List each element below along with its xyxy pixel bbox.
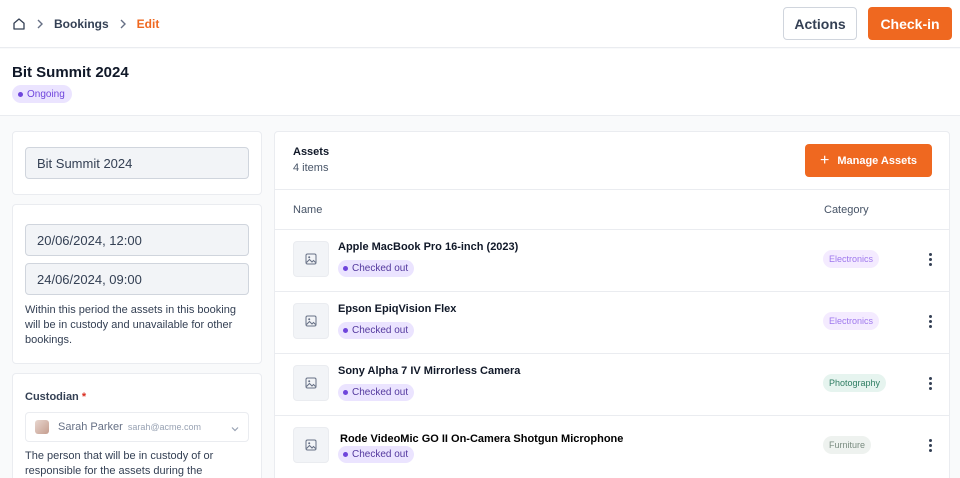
status-dot-icon	[18, 91, 23, 97]
custodian-card: Custodian * Sarah Parker sarah@acme.com …	[12, 373, 262, 478]
table-row[interactable]: Epson EpiqVision Flex Checked out Electr…	[275, 291, 949, 353]
breadcrumb-edit: Edit	[136, 17, 160, 31]
asset-name[interactable]: Sony Alpha 7 IV Mirrorless Camera	[338, 365, 520, 377]
start-date-input[interactable]: 20/06/2024, 12:00	[25, 224, 249, 256]
status-badge: Ongoing	[12, 85, 72, 103]
asset-status-label: Checked out	[352, 449, 409, 460]
more-options-icon[interactable]	[923, 249, 937, 269]
column-header-category: Category	[824, 204, 869, 216]
breadcrumb: Bookings Edit	[12, 0, 159, 48]
custodian-select[interactable]: Sarah Parker sarah@acme.com	[25, 412, 249, 442]
asset-name[interactable]: Apple MacBook Pro 16-inch (2023)	[338, 241, 518, 253]
asset-status-label: Checked out	[352, 387, 409, 398]
image-placeholder-icon	[293, 303, 329, 339]
asset-status-label: Checked out	[352, 325, 409, 336]
table-row[interactable]: Sony Alpha 7 IV Mirrorless Camera Checke…	[275, 353, 949, 415]
manage-assets-label: Manage Assets	[837, 154, 918, 167]
chevron-right-icon	[119, 19, 127, 29]
custodian-help-text: The person that will be in custody of or…	[25, 450, 214, 477]
more-options-icon[interactable]	[923, 311, 937, 331]
table-row[interactable]: Rode VideoMic GO II On-Camera Shotgun Mi…	[275, 415, 949, 477]
dates-card: 20/06/2024, 12:00 24/06/2024, 09:00 With…	[12, 204, 262, 364]
asset-status-badge: Checked out	[338, 446, 415, 463]
booking-name-input[interactable]: Bit Summit 2024	[25, 147, 249, 179]
assets-title: Assets	[293, 146, 330, 158]
assets-count: 4 items	[293, 162, 329, 174]
manage-assets-button[interactable]: + Manage Assets	[805, 144, 932, 177]
custodian-email: sarah@acme.com	[127, 422, 201, 432]
name-card: Bit Summit 2024	[12, 131, 262, 195]
period-help-text: Within this period the assets in this bo…	[25, 304, 236, 346]
status-badge-label: Ongoing	[27, 88, 65, 100]
category-badge: Electronics	[823, 312, 880, 330]
chevron-right-icon	[36, 19, 44, 29]
assets-card: Assets 4 items + Manage Assets Name Cate…	[274, 131, 950, 478]
asset-status-badge: Checked out	[338, 384, 415, 401]
image-placeholder-icon	[293, 365, 329, 401]
asset-name[interactable]: Rode VideoMic GO II On-Camera Shotgun Mi…	[340, 433, 623, 445]
custodian-name: Sarah Parker	[58, 421, 123, 433]
column-header-name: Name	[293, 204, 323, 216]
home-icon[interactable]	[12, 17, 26, 31]
asset-status-badge: Checked out	[338, 260, 415, 277]
category-badge: Electronics	[823, 250, 880, 268]
status-dot-icon	[343, 328, 348, 333]
divider	[275, 189, 949, 190]
required-mark: *	[81, 391, 87, 403]
category-badge: Furniture	[823, 436, 872, 454]
category-badge: Photography	[823, 374, 887, 392]
custodian-label-text: Custodian	[25, 391, 79, 403]
top-bar: Bookings Edit Actions Check-in	[0, 0, 960, 48]
avatar	[35, 420, 49, 434]
asset-status-badge: Checked out	[338, 322, 415, 339]
status-dot-icon	[343, 266, 348, 271]
plus-icon: +	[819, 151, 830, 169]
more-options-icon[interactable]	[923, 373, 937, 393]
check-in-button[interactable]: Check-in	[868, 7, 952, 40]
asset-status-label: Checked out	[352, 263, 409, 274]
image-placeholder-icon	[293, 241, 329, 277]
custodian-label: Custodian *	[25, 391, 86, 403]
page-title: Bit Summit 2024	[12, 64, 129, 81]
more-options-icon[interactable]	[923, 435, 937, 455]
asset-name[interactable]: Epson EpiqVision Flex	[338, 303, 456, 315]
table-row[interactable]: Apple MacBook Pro 16-inch (2023) Checked…	[275, 229, 949, 291]
status-dot-icon	[343, 390, 348, 395]
image-placeholder-icon	[293, 427, 329, 463]
page-header: Bit Summit 2024 Ongoing	[0, 49, 960, 116]
breadcrumb-bookings[interactable]: Bookings	[54, 17, 109, 31]
status-dot-icon	[343, 452, 348, 457]
actions-button[interactable]: Actions	[783, 7, 857, 40]
chevron-down-icon	[230, 421, 240, 432]
end-date-input[interactable]: 24/06/2024, 09:00	[25, 263, 249, 295]
